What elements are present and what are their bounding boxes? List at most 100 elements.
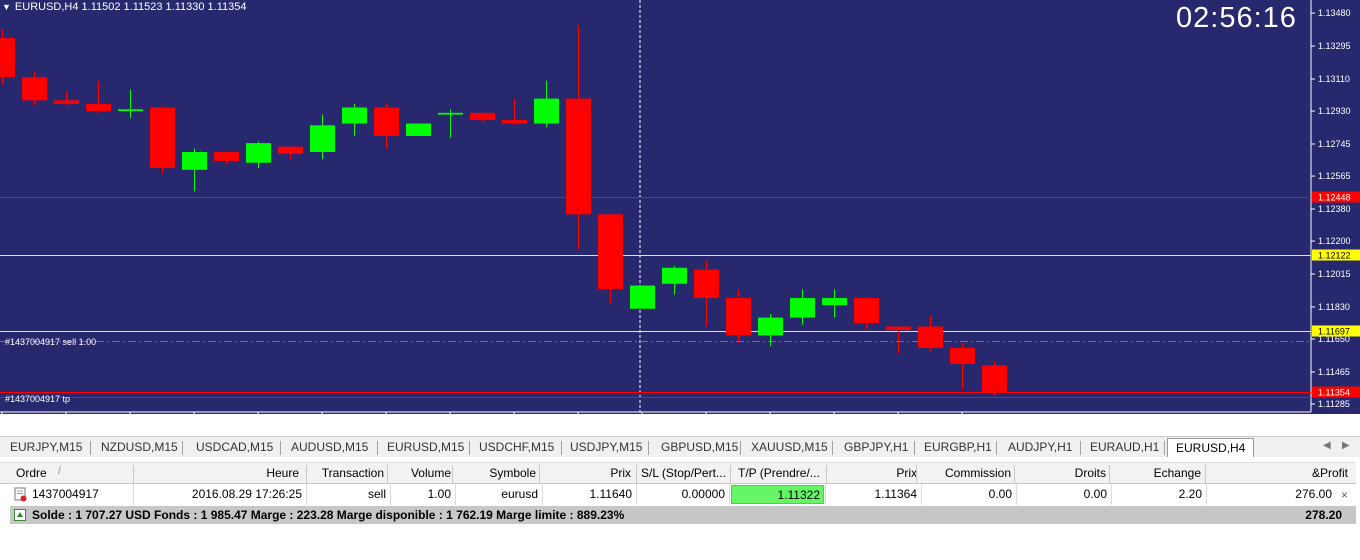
tab-divider (280, 441, 281, 455)
column-header[interactable]: Volume (390, 466, 451, 482)
tab-audjpy-h1[interactable]: AUDJPY,H1 (1008, 440, 1072, 456)
column-header[interactable]: Echange (1112, 466, 1201, 482)
price-tick-label: 1.13480 (1318, 8, 1351, 18)
candle-body[interactable] (598, 214, 623, 290)
tab-xauusd-m15[interactable]: XAUUSD,M15 (751, 440, 828, 456)
column-header[interactable]: S/L (Stop/Pert... (641, 466, 727, 482)
order-sell-label: #1437004917 sell 1.00 (5, 337, 97, 347)
tab-gbpjpy-h1[interactable]: GBPJPY,H1 (844, 440, 908, 456)
candle-body[interactable] (342, 107, 367, 124)
candle-body[interactable] (214, 152, 239, 161)
cell-divider (729, 484, 730, 505)
column-divider[interactable] (452, 465, 453, 483)
tab-usdcad-m15[interactable]: USDCAD,M15 (196, 440, 273, 456)
candle-body[interactable] (790, 298, 815, 318)
candle-body[interactable] (758, 317, 783, 336)
candle-body[interactable] (150, 107, 175, 169)
tab-audusd-m15[interactable]: AUDUSD,M15 (291, 440, 368, 456)
column-header[interactable]: Commission (920, 466, 1011, 482)
cell-profit: 276.00 (1295, 487, 1332, 501)
candle-body[interactable] (630, 285, 655, 309)
price-tick-label: 1.13110 (1318, 74, 1350, 84)
candle-body[interactable] (246, 143, 271, 163)
column-header[interactable]: &Profit (1208, 466, 1348, 482)
tab-eurgbp-h1[interactable]: EURGBP,H1 (924, 440, 992, 456)
cell-droits: 0.00 (1083, 487, 1107, 501)
candle-body[interactable] (502, 119, 527, 124)
tab-scroll-left-icon[interactable]: ◀ (1323, 440, 1331, 451)
tab-nzdusd-m15[interactable]: NZDUSD,M15 (101, 440, 178, 456)
tab-gbpusd-m15[interactable]: GBPUSD,M15 (661, 440, 738, 456)
column-header[interactable]: Heure (136, 466, 299, 482)
column-divider[interactable] (730, 465, 731, 483)
column-header[interactable]: Ordre (16, 466, 126, 482)
column-divider[interactable] (1014, 465, 1015, 483)
candle-body[interactable] (0, 38, 15, 78)
candle-body[interactable] (950, 347, 975, 364)
candle-body[interactable] (694, 269, 719, 299)
candle-body[interactable] (118, 109, 143, 112)
tab-scroll-right-icon[interactable]: ▶ (1342, 440, 1350, 451)
column-header[interactable]: Prix (542, 466, 631, 482)
candle-body[interactable] (918, 326, 943, 348)
tab-divider (1080, 441, 1081, 455)
column-header[interactable]: Transaction (309, 466, 384, 482)
tab-eurusd-m15[interactable]: EURUSD,M15 (387, 440, 464, 456)
column-header[interactable]: Droits (1017, 466, 1106, 482)
cell-volume: 1.00 (427, 487, 451, 501)
column-divider[interactable] (1109, 465, 1110, 483)
column-divider[interactable] (539, 465, 540, 483)
candle-body[interactable] (566, 98, 591, 215)
tab-euraud-h1[interactable]: EURAUD,H1 (1090, 440, 1159, 456)
cell-ordre: 1437004917 (32, 487, 99, 501)
tab-divider (182, 441, 183, 455)
candle-body[interactable] (182, 152, 207, 170)
column-divider[interactable] (1205, 465, 1206, 483)
candle-body[interactable] (374, 107, 399, 136)
chart-canvas[interactable]: 1.13480 1.13295 1.13110 1.12930 1.12745 1.125… (0, 0, 1360, 414)
tab-divider (561, 441, 562, 455)
tab-usdjpy-m15[interactable]: USDJPY,M15 (570, 440, 642, 456)
column-header[interactable]: Prix (829, 466, 917, 482)
tab-eurusd-h4[interactable]: EURUSD,H4 (1167, 438, 1255, 458)
candle-body[interactable] (662, 267, 687, 284)
column-header[interactable]: Symbole (455, 466, 536, 482)
cell-take-profit[interactable]: 1.11322 (731, 485, 824, 504)
candle-body[interactable] (822, 298, 847, 306)
cell-commission: 0.00 (988, 487, 1012, 501)
terminal-panel: Ordre Heure Transaction Volume Symbole Prix S/… (0, 457, 1360, 560)
candle-body[interactable] (406, 123, 431, 136)
candle-body[interactable] (438, 112, 463, 115)
tab-divider (1164, 441, 1165, 455)
column-divider[interactable] (133, 465, 134, 483)
candle-body[interactable] (854, 298, 879, 323)
candle-body[interactable] (886, 326, 911, 331)
candle-body[interactable] (982, 365, 1007, 392)
candle-body[interactable] (86, 103, 111, 112)
column-header[interactable]: T/P (Prendre/... (738, 466, 824, 482)
bar-timer-clock: 02:56:16 (1176, 2, 1297, 34)
candle-body[interactable] (22, 77, 47, 101)
price-tick-label: 1.12565 (1318, 171, 1351, 181)
cell-stop-loss[interactable]: 0.00000 (637, 487, 725, 503)
candle-body[interactable] (310, 125, 335, 153)
candle-body[interactable] (278, 146, 303, 154)
candle-body[interactable] (726, 298, 751, 336)
close-order-icon[interactable]: × (1341, 488, 1348, 502)
candle-body[interactable] (470, 112, 495, 120)
column-divider[interactable] (916, 465, 917, 483)
column-divider[interactable] (306, 465, 307, 483)
price-tick-label: 1.12745 (1318, 139, 1351, 149)
balance-icon (14, 509, 26, 521)
table-row[interactable]: 1437004917 2016.08.29 17:26:25 sell 1.00… (10, 484, 1356, 505)
candle-body[interactable] (534, 98, 559, 124)
column-divider[interactable] (387, 465, 388, 483)
price-chart[interactable]: 1.13480 1.13295 1.13110 1.12930 1.12745 1.125… (0, 0, 1360, 414)
column-divider[interactable] (826, 465, 827, 483)
column-divider[interactable] (636, 465, 637, 483)
tab-divider (996, 441, 997, 455)
caret-down-icon[interactable]: ▼ (2, 2, 11, 12)
tab-usdchf-m15[interactable]: USDCHF,M15 (479, 440, 554, 456)
candle-body[interactable] (54, 100, 79, 104)
tab-eurjpy-m15[interactable]: EURJPY,M15 (10, 440, 82, 456)
